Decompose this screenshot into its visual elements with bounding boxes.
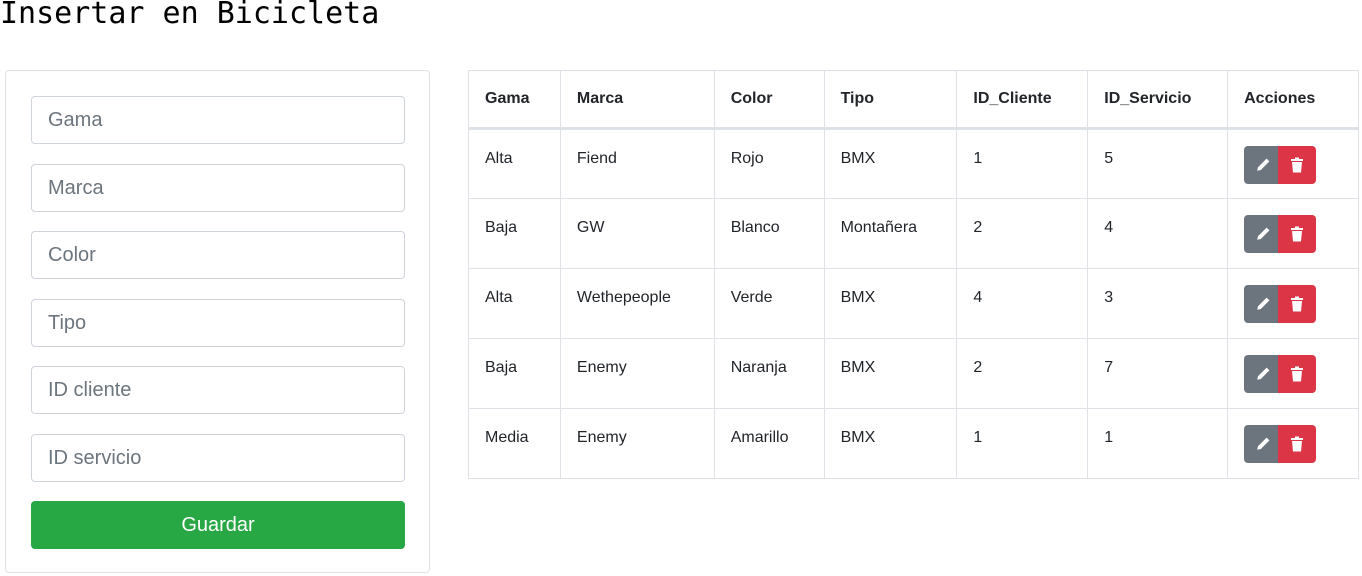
- delete-button[interactable]: [1278, 355, 1317, 393]
- tipo-cell: Montañera: [823, 198, 958, 269]
- marca-field[interactable]: [31, 164, 405, 212]
- tipo-field[interactable]: [31, 299, 405, 347]
- gama-cell: Alta: [468, 128, 561, 199]
- marca-cell: Enemy: [559, 408, 715, 479]
- id-servicio-cell: 7: [1087, 338, 1229, 409]
- marca-cell: Wethepeople: [559, 268, 715, 339]
- id-cliente-cell: 1: [956, 408, 1089, 479]
- gama-cell: Baja: [468, 198, 561, 269]
- tipo-cell: BMX: [823, 268, 958, 339]
- edit-button[interactable]: [1244, 425, 1283, 463]
- save-button[interactable]: Guardar: [31, 501, 405, 549]
- marca-cell: Fiend: [559, 128, 715, 199]
- column-header-id-cliente: ID_Cliente: [956, 70, 1089, 130]
- edit-button[interactable]: [1244, 215, 1283, 253]
- id-servicio-cell: 4: [1087, 198, 1229, 269]
- column-header-marca: Marca: [559, 70, 715, 130]
- bicicleta-table-container: Gama Marca Color Tipo ID_Cliente ID_Serv…: [468, 70, 1359, 479]
- id-cliente-cell: 2: [956, 198, 1089, 269]
- tipo-cell: BMX: [823, 408, 958, 479]
- tipo-cell: BMX: [823, 128, 958, 199]
- gama-cell: Baja: [468, 338, 561, 409]
- column-header-gama: Gama: [468, 70, 561, 130]
- table-row: Baja Enemy Naranja BMX 2 7: [468, 338, 1359, 409]
- color-cell: Blanco: [713, 198, 825, 269]
- actions-cell: [1227, 268, 1359, 339]
- delete-button[interactable]: [1278, 215, 1317, 253]
- table-row: Alta Fiend Rojo BMX 1 5: [468, 128, 1359, 199]
- delete-button[interactable]: [1278, 425, 1317, 463]
- column-header-tipo: Tipo: [823, 70, 958, 130]
- page-title: Insertar en Bicicleta: [0, 0, 380, 31]
- column-header-id-servicio: ID_Servicio: [1087, 70, 1229, 130]
- insert-form: Guardar: [5, 70, 430, 573]
- id-servicio-cell: 3: [1087, 268, 1229, 339]
- delete-button[interactable]: [1278, 146, 1317, 184]
- gama-cell: Media: [468, 408, 561, 479]
- column-header-acciones: Acciones: [1227, 70, 1359, 130]
- id-cliente-cell: 2: [956, 338, 1089, 409]
- delete-button[interactable]: [1278, 285, 1317, 323]
- actions-cell: [1227, 408, 1359, 479]
- marca-cell: GW: [559, 198, 715, 269]
- marca-cell: Enemy: [559, 338, 715, 409]
- actions-cell: [1227, 198, 1359, 269]
- color-cell: Amarillo: [713, 408, 825, 479]
- table-row: Media Enemy Amarillo BMX 1 1: [468, 408, 1359, 479]
- bicicleta-table: Gama Marca Color Tipo ID_Cliente ID_Serv…: [468, 70, 1359, 479]
- id-servicio-cell: 5: [1087, 128, 1229, 199]
- tipo-cell: BMX: [823, 338, 958, 409]
- id-cliente-cell: 1: [956, 128, 1089, 199]
- actions-cell: [1227, 128, 1359, 199]
- edit-button[interactable]: [1244, 285, 1283, 323]
- gama-cell: Alta: [468, 268, 561, 339]
- id-cliente-cell: 4: [956, 268, 1089, 339]
- id-cliente-field[interactable]: [31, 366, 405, 414]
- id-servicio-field[interactable]: [31, 434, 405, 482]
- table-header-row: Gama Marca Color Tipo ID_Cliente ID_Serv…: [468, 70, 1359, 130]
- column-header-color: Color: [713, 70, 825, 130]
- actions-cell: [1227, 338, 1359, 409]
- edit-button[interactable]: [1244, 355, 1283, 393]
- table-row: Alta Wethepeople Verde BMX 4 3: [468, 268, 1359, 339]
- edit-button[interactable]: [1244, 146, 1283, 184]
- color-cell: Verde: [713, 268, 825, 339]
- color-cell: Rojo: [713, 128, 825, 199]
- color-field[interactable]: [31, 231, 405, 279]
- table-row: Baja GW Blanco Montañera 2 4: [468, 198, 1359, 269]
- id-servicio-cell: 1: [1087, 408, 1229, 479]
- color-cell: Naranja: [713, 338, 825, 409]
- gama-field[interactable]: [31, 96, 405, 144]
